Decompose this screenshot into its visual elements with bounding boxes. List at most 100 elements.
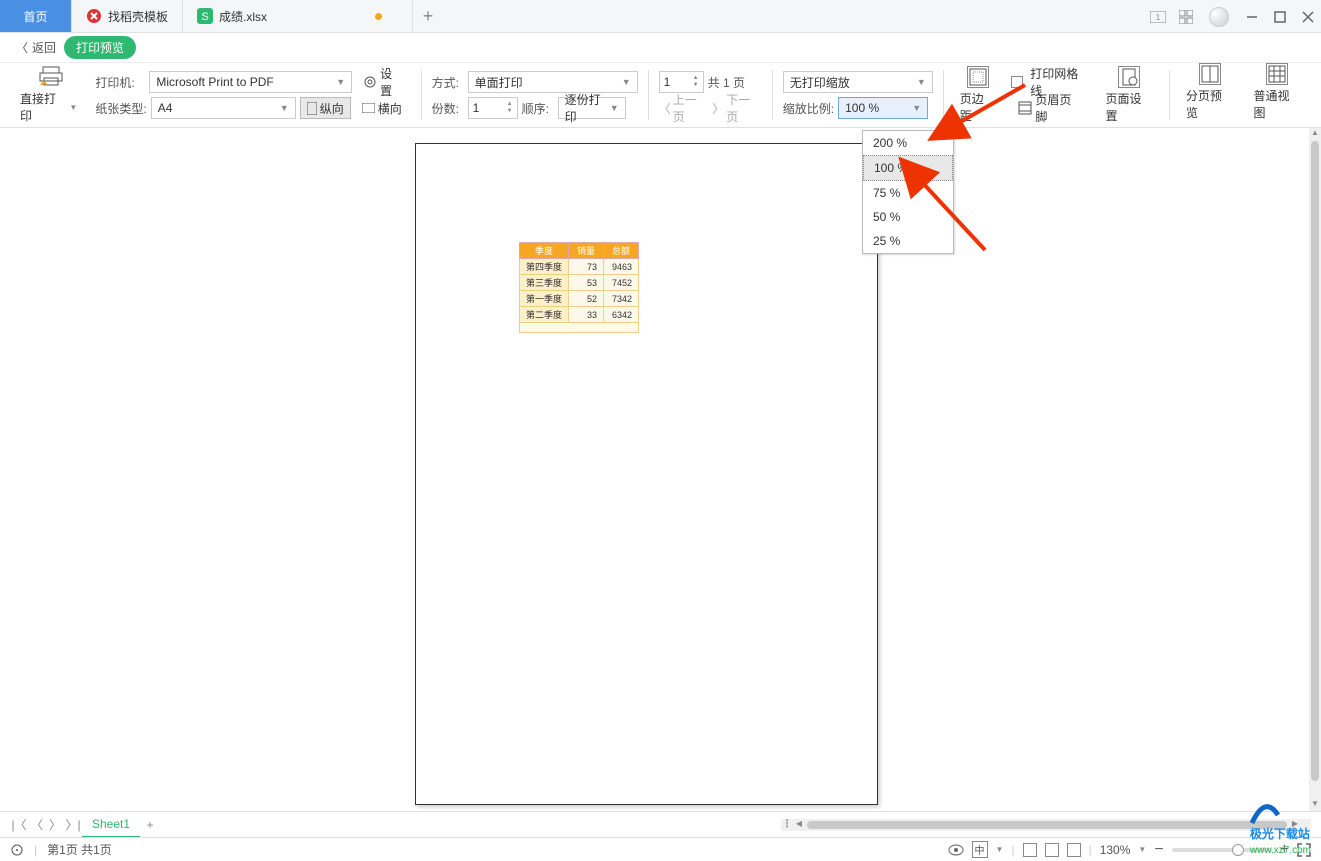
sheet-next[interactable]: 〉 (46, 816, 64, 833)
group-margins: 页边距 打印网格线 页眉页脚 页面设置 (948, 63, 1165, 127)
th-quarter: 季度 (520, 243, 569, 259)
horizontal-scrollbar[interactable]: ┇ ◀ ▶ (781, 819, 1311, 831)
zoom-percent[interactable]: 130% (1100, 843, 1131, 857)
zoom-out-button[interactable]: − (1154, 841, 1163, 859)
paper-value: A4 (158, 101, 173, 115)
sheet-first[interactable]: |〈 (10, 816, 28, 833)
printer-combo[interactable]: Microsoft Print to PDF▼ (149, 71, 352, 93)
tab-add-button[interactable]: + (413, 0, 443, 32)
layout1-icon[interactable]: 1 (1145, 4, 1171, 30)
header-footer-button[interactable]: 页眉页脚 (1011, 97, 1089, 119)
prev-page-button[interactable]: 〈 上一页 (659, 91, 709, 125)
scroll-thumb[interactable] (1311, 141, 1319, 781)
zoom-mode-combo[interactable]: 无打印缩放▼ (783, 71, 933, 93)
group-print: 直接打印▼ (8, 63, 89, 127)
mode-value: 单面打印 (475, 74, 523, 91)
page-break-icon (1199, 63, 1221, 85)
copies-spinner[interactable]: 1▲▼ (468, 97, 518, 119)
preview-area: 季度销量总额 第四季度739463 第三季度537452 第一季度527342 … (0, 128, 1309, 811)
group-mode: 方式: 单面打印▼ 份数: 1▲▼ 顺序: 逐份打印▼ (426, 63, 644, 127)
order-combo[interactable]: 逐份打印▼ (558, 97, 626, 119)
ime-icon[interactable]: 中 (972, 841, 988, 858)
zoom-slider-knob[interactable] (1232, 844, 1244, 856)
view-grid-icon[interactable] (1023, 843, 1037, 857)
zoom-option-25[interactable]: 25 % (863, 229, 953, 253)
cell: 52 (569, 291, 604, 307)
view-page-icon[interactable] (1045, 843, 1059, 857)
page-setup-label: 页面设置 (1106, 90, 1154, 124)
window-controls: 1 (1145, 0, 1321, 33)
printer-icon (39, 66, 59, 88)
sheet-tab-1[interactable]: Sheet1 (82, 812, 140, 838)
avatar[interactable] (1209, 7, 1229, 27)
landscape-button[interactable]: 横向 (355, 97, 409, 119)
grid-icon[interactable] (1173, 4, 1199, 30)
sheet-prev[interactable]: 〈 (28, 816, 46, 833)
margins-button[interactable]: 页边距 (954, 66, 1002, 124)
normal-view-button[interactable]: 普通视图 (1247, 63, 1306, 127)
page-break-label: 分页预览 (1186, 87, 1233, 121)
cell: 33 (569, 307, 604, 323)
zoom-option-200[interactable]: 200 % (863, 131, 953, 155)
page-break-button[interactable]: 分页预览 (1180, 63, 1239, 127)
scroll-down-icon[interactable]: ▼ (1311, 799, 1319, 811)
tab-template[interactable]: 找稻壳模板 (72, 0, 183, 32)
scroll-up-icon[interactable]: ▲ (1311, 128, 1319, 140)
vertical-scrollbar[interactable]: ▲ ▼ (1309, 128, 1321, 811)
hscroll-left-icon[interactable]: ◀ (793, 819, 805, 831)
mode-label: 方式: (432, 74, 464, 91)
zoom-option-75[interactable]: 75 % (863, 181, 953, 205)
sheet-add-button[interactable]: + (140, 818, 160, 832)
landscape-icon (362, 103, 375, 113)
back-button[interactable]: 〈 返回 (16, 39, 56, 56)
sheet-nav: |〈 〈 〉 〉| Sheet1 + ┇ ◀ ▶ (0, 811, 1321, 837)
tab-home[interactable]: 首页 (0, 0, 72, 32)
direct-print-button[interactable]: 直接打印▼ (14, 66, 83, 124)
next-page-label: 下一页 (726, 91, 762, 125)
watermark-url: www.xz7.com (1250, 845, 1311, 856)
svg-text:1: 1 (1156, 13, 1161, 22)
cell: 7342 (604, 291, 639, 307)
mode-combo[interactable]: 单面打印▼ (468, 71, 638, 93)
zoom-ratio-combo[interactable]: 100 %▼ (838, 97, 928, 119)
tab-bar: 首页 找稻壳模板 S 成绩.xlsx + 1 (0, 0, 1321, 33)
sheet-last[interactable]: 〉| (64, 816, 82, 833)
zoom-option-100[interactable]: 100 % (863, 155, 953, 181)
cell: 第四季度 (520, 259, 569, 275)
tab-template-label: 找稻壳模板 (108, 8, 168, 25)
next-page-button[interactable]: 〉下一页 (712, 91, 762, 125)
watermark: 极光下载站 www.xz7.com (1250, 795, 1311, 856)
th-sales: 销量 (569, 243, 604, 259)
order-label: 顺序: (522, 100, 554, 117)
svg-text:S: S (201, 11, 208, 23)
close-button[interactable] (1295, 4, 1321, 30)
hscroll-split-icon[interactable]: ┇ (781, 819, 793, 831)
group-views: 分页预览 普通视图 (1174, 63, 1313, 127)
grid-lines-check[interactable]: 打印网格线 (1011, 71, 1089, 93)
status-bar: | 第1页 共1页 中▼ | | 130%▼ − + (0, 837, 1321, 861)
group-printer: 打印机: Microsoft Print to PDF▼ 设置 纸张类型: A4… (89, 63, 416, 127)
margins-label: 页边距 (960, 90, 996, 124)
page-setup-button[interactable]: 页面设置 (1100, 66, 1160, 124)
cell-empty (520, 323, 639, 333)
paper-combo[interactable]: A4▼ (151, 97, 296, 119)
maximize-button[interactable] (1267, 4, 1293, 30)
eye-icon[interactable] (948, 844, 964, 856)
tab-file[interactable]: S 成绩.xlsx (183, 0, 413, 32)
page-spinner[interactable]: 1▲▼ (659, 71, 704, 93)
cell: 7452 (604, 275, 639, 291)
landscape-label: 横向 (378, 100, 402, 117)
zoom-dropdown: 200 % 100 % 75 % 50 % 25 % (862, 130, 954, 254)
back-label: 返回 (32, 39, 56, 56)
hscroll-thumb[interactable] (807, 821, 1287, 829)
cell: 6342 (604, 307, 639, 323)
normal-view-label: 普通视图 (1253, 87, 1300, 121)
page-setup-icon (1118, 66, 1140, 88)
view-break-icon[interactable] (1067, 843, 1081, 857)
locate-icon[interactable] (10, 843, 24, 857)
zoom-option-50[interactable]: 50 % (863, 205, 953, 229)
margins-icon (967, 66, 989, 88)
portrait-button[interactable]: 纵向 (300, 97, 351, 119)
settings-button[interactable]: 设置 (356, 71, 411, 93)
minimize-button[interactable] (1239, 4, 1265, 30)
